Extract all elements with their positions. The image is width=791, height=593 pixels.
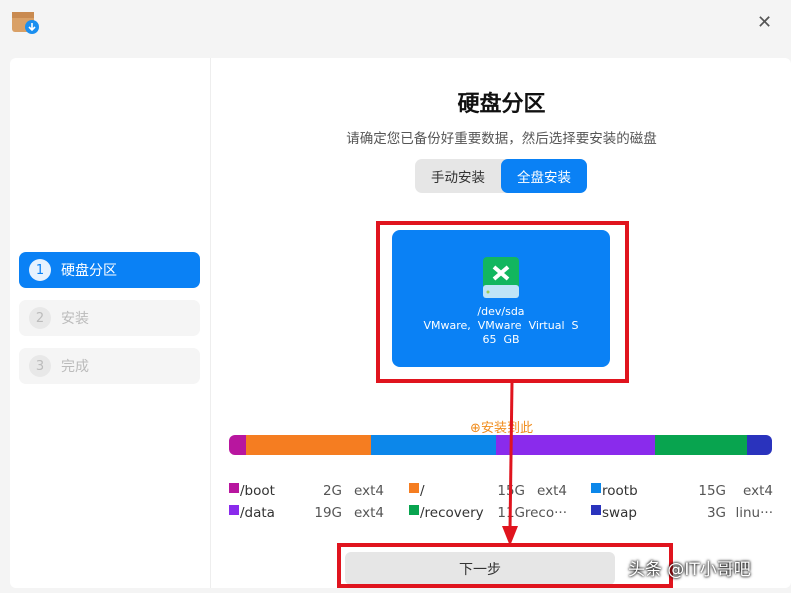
partition-segment <box>655 435 747 455</box>
legend-swatch <box>409 505 419 515</box>
partition-fs: linu··· <box>735 505 774 521</box>
partition-fs: reco··· <box>524 505 567 521</box>
legend-item: rootb 15G ext4 <box>591 483 773 501</box>
app-icon <box>11 9 39 35</box>
tab-manual-install[interactable]: 手动安装 <box>415 159 501 193</box>
legend-swatch <box>591 483 601 493</box>
page-title: 硬盘分区 <box>457 92 546 117</box>
partition-segment <box>746 435 772 455</box>
partition-size: 3G <box>706 505 726 521</box>
partition-fs: ext4 <box>354 505 384 521</box>
partition-name: /data <box>240 505 275 521</box>
download-circle-icon: ⊕ <box>470 421 481 436</box>
step-label: 安装 <box>61 311 89 327</box>
partition-name: /recovery <box>420 505 484 521</box>
partition-size: 2G <box>322 483 342 499</box>
legend-swatch <box>409 483 419 493</box>
tab-full-disk-install[interactable]: 全盘安装 <box>501 159 587 193</box>
step-finish: 3 完成 <box>19 348 200 384</box>
partition-fs: ext4 <box>743 483 773 499</box>
step-number: 3 <box>29 355 51 377</box>
partition-segment <box>371 435 497 455</box>
partition-name: swap <box>602 505 637 521</box>
legend-swatch <box>229 505 239 515</box>
step-label: 硬盘分区 <box>61 263 117 279</box>
legend-item: /15Gext4 <box>409 483 567 501</box>
step-disk-partition: 1 硬盘分区 <box>19 252 200 288</box>
partition-fs: ext4 <box>537 483 567 499</box>
legend-item: swap 3G linu··· <box>591 505 773 523</box>
watermark: 头条 @IT小哥吧 <box>628 560 751 580</box>
legend-item: /recovery11Greco··· <box>409 505 567 523</box>
partition-name: rootb <box>602 483 638 499</box>
step-number: 2 <box>29 307 51 329</box>
partition-size: 19G <box>314 505 342 521</box>
partition-name: /boot <box>240 483 275 499</box>
partition-segment <box>229 435 246 455</box>
install-mode-tabs: 手动安装 全盘安装 <box>415 159 587 193</box>
legend-swatch <box>591 505 601 515</box>
legend-item: /data 19G ext4 <box>229 505 384 523</box>
partition-size: 15G <box>698 483 726 499</box>
annotation-box-disk <box>376 221 629 383</box>
close-icon[interactable]: ✕ <box>757 12 772 33</box>
step-install: 2 安装 <box>19 300 200 336</box>
legend-swatch <box>229 483 239 493</box>
partition-name: / <box>420 483 425 499</box>
legend-item: /boot 2G ext4 <box>229 483 384 501</box>
annotation-arrow <box>502 381 518 546</box>
partition-fs: ext4 <box>354 483 384 499</box>
step-label: 完成 <box>61 359 89 375</box>
step-number: 1 <box>29 259 51 281</box>
page-subtitle: 请确定您已备份好重要数据，然后选择要安装的磁盘 <box>346 131 657 147</box>
partition-segment <box>245 435 371 455</box>
